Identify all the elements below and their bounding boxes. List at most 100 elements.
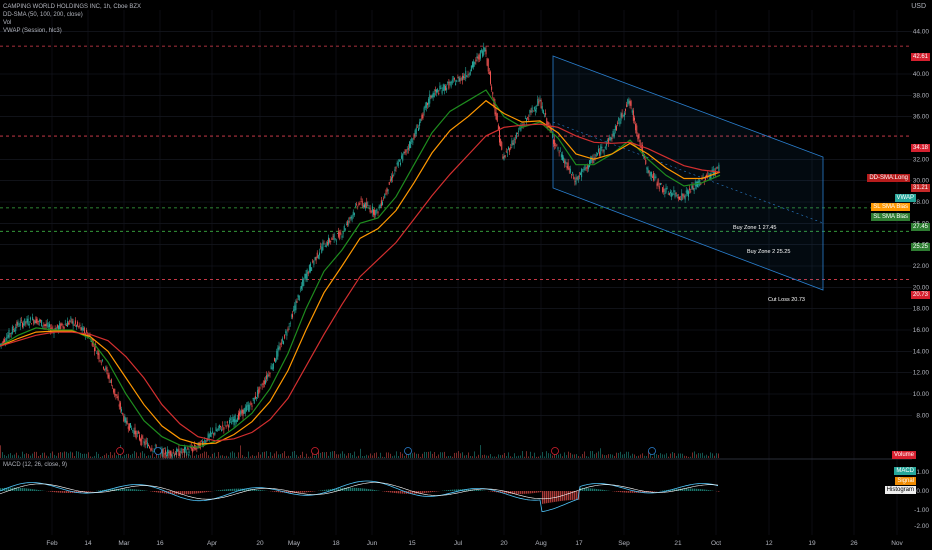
macd-histogram-bar [400, 491, 402, 494]
candle-body [533, 107, 535, 110]
volume-bar [262, 452, 263, 458]
tag-level-buy2: 25.25 [910, 243, 930, 251]
x-tick-label: Aug [535, 540, 547, 547]
candle-body [481, 50, 482, 52]
x-tick-label: Jun [367, 540, 378, 547]
volume-bar [560, 453, 561, 458]
macd-histogram-bar [588, 488, 590, 491]
candle-body [556, 144, 558, 146]
candle-body [180, 448, 182, 453]
candle-body [181, 451, 183, 453]
volume-bar [172, 455, 173, 458]
volume-bar [12, 455, 13, 458]
candle-body [328, 237, 329, 245]
candle-body [17, 321, 19, 326]
macd-histogram-bar [204, 491, 206, 493]
volume-bar [36, 451, 37, 458]
candle-body [232, 417, 234, 422]
macd-histogram-bar [618, 491, 620, 492]
macd-histogram-bar [312, 491, 314, 492]
candle-body [529, 109, 531, 113]
macd-histogram-bar [310, 491, 312, 492]
volume-bar [412, 453, 413, 458]
macd-histogram-bar [518, 491, 520, 494]
volume-bar [334, 451, 335, 458]
candle-body [629, 100, 631, 106]
volume-bar [58, 452, 59, 458]
candle-body [467, 74, 469, 76]
candle-body [460, 78, 462, 80]
candle-body [127, 426, 129, 429]
volume-bar [150, 455, 151, 458]
volume-bar [218, 452, 219, 458]
candle-body [122, 412, 124, 414]
macd-histogram-bar [652, 491, 654, 492]
volume-bar [24, 454, 25, 458]
candle-body [196, 447, 198, 449]
candle-body [482, 50, 484, 57]
macd-histogram-bar [24, 488, 26, 491]
tag-histogram: Histogram [884, 486, 916, 494]
candle-body [306, 269, 308, 279]
candle-body [717, 167, 719, 169]
candle-body [500, 139, 502, 147]
candle-body [18, 326, 20, 327]
macd-histogram-bar [698, 488, 700, 491]
candle-body [635, 124, 637, 131]
volume-bar [332, 451, 333, 458]
candle-body [305, 273, 307, 281]
candle-body [349, 217, 351, 220]
macd-histogram-bar [530, 491, 532, 494]
volume-bar [476, 456, 477, 458]
volume-bar [342, 451, 343, 458]
candle-body [68, 322, 70, 325]
volume-bar [252, 455, 253, 458]
volume-bar [696, 454, 697, 458]
macd-histogram-bar [86, 491, 88, 492]
candle-body [406, 149, 408, 150]
candle-body [673, 190, 675, 193]
candle-body [230, 418, 232, 420]
volume-bar [586, 456, 587, 458]
candle-body [304, 273, 306, 279]
volume-bar [562, 456, 563, 458]
tag-sma-b: SL SMA Bias [871, 213, 910, 221]
candle-body [440, 88, 442, 89]
candle-body [601, 146, 603, 149]
candle-body [401, 155, 403, 159]
x-tick-label: Mar [118, 540, 130, 547]
macd-histogram-bar [606, 490, 608, 491]
candle-body [22, 322, 23, 328]
volume-bar [118, 454, 119, 458]
volume-bar [598, 451, 599, 458]
macd-histogram-bar [308, 491, 310, 493]
volume-bar [206, 451, 207, 458]
candle-body [431, 95, 433, 99]
macd-histogram-bar [306, 491, 308, 493]
candle-body [638, 133, 640, 139]
volume-bar [274, 453, 275, 458]
volume-bar [508, 452, 509, 458]
volume-bar [526, 451, 527, 458]
candle-body [656, 183, 658, 186]
x-tick-label: Oct [711, 540, 721, 547]
macd-histogram-bar [718, 491, 720, 492]
candle-body [375, 210, 377, 216]
price-chart[interactable]: 44.0040.0038.0036.0032.0030.0028.0026.00… [0, 0, 932, 550]
candle-body [403, 151, 405, 154]
candle-body [208, 434, 210, 438]
candle-body [567, 162, 569, 170]
volume-bar [116, 455, 117, 458]
volume-bar [718, 453, 719, 458]
candle-body [628, 100, 630, 104]
candle-body [164, 450, 166, 455]
tag-level-cut: 20.73 [910, 291, 930, 299]
candle-body [625, 109, 626, 111]
candle-body [442, 84, 444, 91]
candle-body [599, 152, 601, 156]
candle-body [362, 205, 364, 208]
macd-histogram-bar [444, 490, 446, 491]
candle-body [205, 441, 207, 443]
volume-bar [626, 451, 627, 458]
macd-histogram-bar [188, 491, 190, 495]
